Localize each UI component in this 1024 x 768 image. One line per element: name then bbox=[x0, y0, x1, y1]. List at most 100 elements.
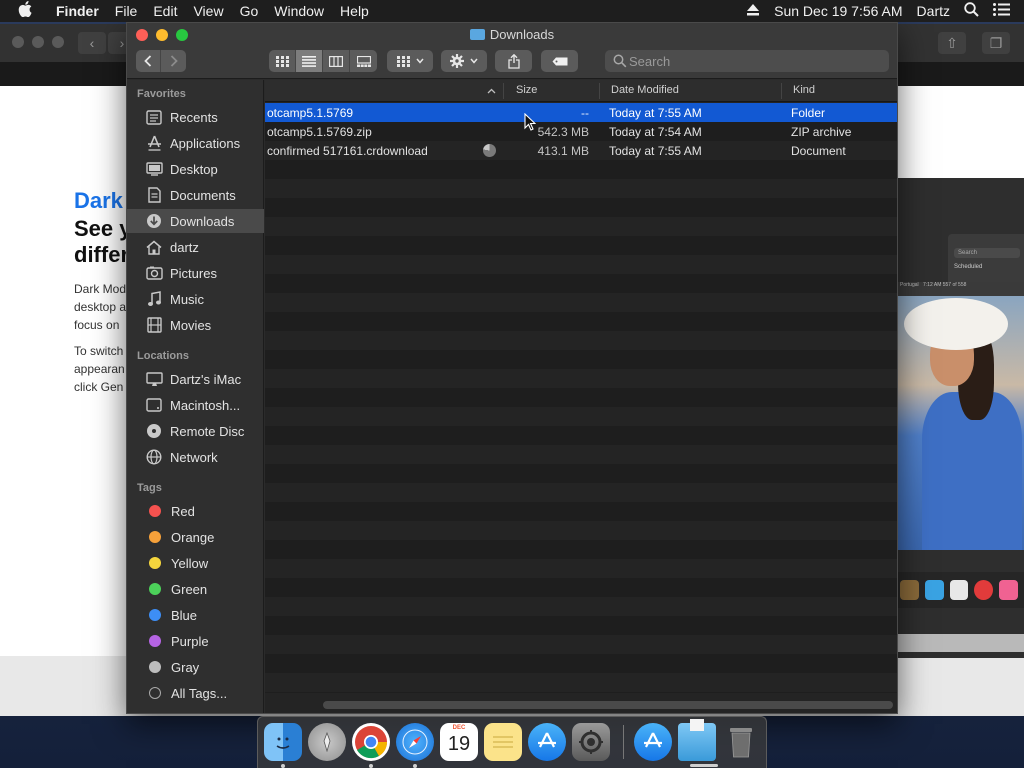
browser-window-controls bbox=[12, 36, 72, 48]
back-button[interactable] bbox=[136, 50, 161, 72]
red-tag-dot-icon bbox=[149, 505, 161, 517]
menu-view[interactable]: View bbox=[193, 3, 223, 19]
pictures-icon bbox=[145, 265, 163, 281]
sidebar-tag-green[interactable]: Green bbox=[127, 577, 264, 601]
system-preferences-dock-icon[interactable] bbox=[572, 723, 610, 761]
movies-icon bbox=[145, 317, 163, 333]
tag-icon bbox=[552, 57, 567, 65]
clock[interactable]: Sun Dec 19 7:56 AM bbox=[774, 3, 902, 19]
disk-icon bbox=[145, 397, 163, 413]
sidebar-tag-gray[interactable]: Gray bbox=[127, 655, 264, 679]
sidebar-item-recents[interactable]: Recents bbox=[127, 105, 264, 129]
chevron-down-icon bbox=[470, 58, 478, 64]
browser-tabs-button[interactable]: ❐ bbox=[982, 32, 1010, 54]
sidebar-item-label: Purple bbox=[171, 633, 209, 649]
sidebar-tag-purple[interactable]: Purple bbox=[127, 629, 264, 653]
sidebar-item-label: dartz bbox=[170, 239, 199, 255]
menu-bar: Finder File Edit View Go Window Help Sun… bbox=[0, 0, 1024, 22]
menu-help[interactable]: Help bbox=[340, 3, 369, 19]
mini-window bbox=[948, 234, 1024, 282]
file-date-modified: Today at 7:55 AM bbox=[609, 144, 702, 158]
browser-share-button[interactable]: ⇧ bbox=[938, 32, 966, 54]
edit-tags-button[interactable] bbox=[541, 50, 578, 72]
orange-tag-dot-icon bbox=[149, 531, 161, 543]
menu-window[interactable]: Window bbox=[274, 3, 324, 19]
column-header-kind[interactable]: Kind bbox=[793, 84, 815, 96]
column-separator[interactable] bbox=[599, 83, 600, 99]
calendar-day: 19 bbox=[447, 733, 471, 755]
share-button[interactable] bbox=[495, 50, 532, 72]
launchpad-dock-icon[interactable] bbox=[308, 723, 346, 761]
sidebar-item-downloads[interactable]: Downloads bbox=[127, 209, 264, 233]
finder-titlebar: Downloads bbox=[127, 23, 897, 79]
forward-button[interactable] bbox=[161, 50, 186, 72]
sidebar-item-label: Dartz's iMac bbox=[170, 371, 242, 387]
sidebar-item-applications[interactable]: Applications bbox=[127, 131, 264, 155]
safari-dock-icon[interactable] bbox=[396, 723, 434, 761]
downloads-stack-dock-icon[interactable] bbox=[678, 719, 716, 761]
paragraph-line: click Gen bbox=[74, 380, 124, 394]
eject-icon[interactable] bbox=[746, 3, 760, 19]
finder-dock-icon[interactable] bbox=[264, 723, 302, 761]
sidebar-item-label: Yellow bbox=[171, 555, 209, 571]
sidebar-item-desktop[interactable]: Desktop bbox=[127, 157, 264, 181]
app-store-download-dock-icon[interactable] bbox=[634, 723, 672, 761]
sidebar-item-label: Movies bbox=[170, 317, 212, 333]
gray-tag-dot-icon bbox=[149, 661, 161, 673]
sidebar-item-home[interactable]: dartz bbox=[127, 235, 264, 259]
column-header-date-modified[interactable]: Date Modified bbox=[611, 84, 679, 96]
article-kicker: Dark bbox=[74, 188, 123, 213]
notes-dock-icon[interactable] bbox=[484, 723, 522, 761]
sidebar-item-pictures[interactable]: Pictures bbox=[127, 261, 264, 285]
group-by-group bbox=[387, 50, 433, 72]
spotlight-search-icon[interactable] bbox=[964, 2, 979, 20]
column-view-button[interactable] bbox=[323, 50, 350, 72]
sidebar-item-network[interactable]: Network bbox=[127, 445, 264, 469]
table-row[interactable]: confirmed 517161.crdownload 413.1 MB Tod… bbox=[265, 141, 897, 160]
calendar-dock-icon[interactable]: DEC 19 bbox=[440, 723, 478, 761]
notification-center-icon[interactable] bbox=[993, 3, 1010, 19]
file-size: 413.1 MB bbox=[537, 144, 589, 158]
sidebar-item-movies[interactable]: Movies bbox=[127, 313, 264, 337]
menu-file[interactable]: File bbox=[115, 3, 138, 19]
chevron-down-icon bbox=[415, 58, 424, 64]
menu-edit[interactable]: Edit bbox=[153, 3, 177, 19]
trash-dock-icon[interactable] bbox=[722, 723, 760, 761]
sidebar-item-music[interactable]: Music bbox=[127, 287, 264, 311]
search-input[interactable] bbox=[605, 50, 889, 72]
sidebar-item-documents[interactable]: Documents bbox=[127, 183, 264, 207]
sidebar-tag-orange[interactable]: Orange bbox=[127, 525, 264, 549]
sort-ascending-icon[interactable] bbox=[487, 88, 496, 94]
sidebar-item-macintosh-hd[interactable]: Macintosh... bbox=[127, 393, 264, 417]
horizontal-scrollbar[interactable] bbox=[323, 701, 893, 709]
sidebar-tag-red[interactable]: Red bbox=[127, 499, 264, 523]
browser-back-button[interactable]: ‹ bbox=[78, 32, 106, 54]
column-separator[interactable] bbox=[781, 83, 782, 99]
chrome-dock-icon[interactable] bbox=[352, 723, 390, 761]
menu-go[interactable]: Go bbox=[240, 3, 259, 19]
download-progress-icon[interactable] bbox=[483, 144, 496, 157]
list-view-button[interactable] bbox=[296, 50, 323, 72]
app-store-dock-icon[interactable] bbox=[528, 723, 566, 761]
action-menu-button[interactable] bbox=[441, 50, 487, 72]
column-separator[interactable] bbox=[503, 83, 504, 99]
sidebar-tag-yellow[interactable]: Yellow bbox=[127, 551, 264, 575]
table-row[interactable]: otcamp5.1.5769 -- Today at 7:55 AM Folde… bbox=[265, 103, 897, 122]
user-menu[interactable]: Dartz bbox=[917, 3, 950, 19]
icon-view-button[interactable] bbox=[269, 50, 296, 72]
apple-menu-icon[interactable] bbox=[18, 1, 40, 21]
gallery-view-button[interactable] bbox=[350, 50, 377, 72]
sidebar-item-imac[interactable]: Dartz's iMac bbox=[127, 367, 264, 391]
imac-icon bbox=[145, 371, 163, 387]
sidebar-section-tags: Tags bbox=[137, 482, 162, 494]
sidebar-item-label: Recents bbox=[170, 109, 218, 125]
dock: DEC 19 bbox=[257, 716, 767, 768]
group-by-button[interactable] bbox=[387, 50, 433, 72]
app-menu-finder[interactable]: Finder bbox=[56, 3, 99, 19]
sidebar-item-label: Desktop bbox=[170, 161, 218, 177]
sidebar-tag-all-tags[interactable]: All Tags... bbox=[127, 681, 264, 705]
sidebar-tag-blue[interactable]: Blue bbox=[127, 603, 264, 627]
column-header-size[interactable]: Size bbox=[516, 84, 537, 96]
sidebar-item-remote-disc[interactable]: Remote Disc bbox=[127, 419, 264, 443]
table-row[interactable]: otcamp5.1.5769.zip 542.3 MB Today at 7:5… bbox=[265, 122, 897, 141]
